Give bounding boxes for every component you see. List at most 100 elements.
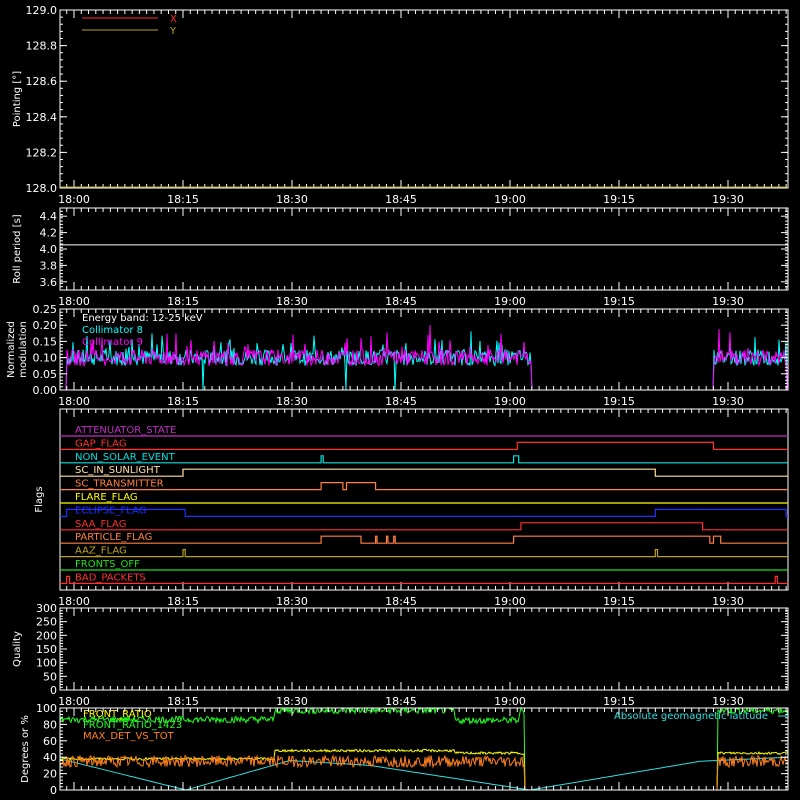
y-tick-label: 0 bbox=[50, 784, 57, 797]
y-tick-label: 3.6 bbox=[40, 276, 58, 289]
time-tick-label: 19:15 bbox=[603, 193, 635, 206]
y-tick-label: 300 bbox=[36, 602, 57, 615]
time-tick-label: 18:00 bbox=[58, 395, 90, 408]
y-axis-label: modulation bbox=[18, 321, 29, 378]
y-tick-label: 129.0 bbox=[26, 4, 58, 17]
flag-label-flare-flag: FLARE_FLAG bbox=[75, 492, 138, 503]
flag-label-gap-flag: GAP_FLAG bbox=[75, 438, 127, 449]
y-tick-label: 128.8 bbox=[26, 40, 58, 53]
y-axis-label: Roll period [s] bbox=[12, 214, 23, 283]
flag-trace-sc-transmitter bbox=[60, 482, 788, 491]
front-ratio-series bbox=[59, 748, 789, 791]
legend-label-x: X bbox=[170, 14, 177, 25]
y-tick-label: 200 bbox=[36, 629, 57, 642]
y-axis-label: Flags bbox=[34, 486, 45, 512]
time-tick-label: 19:00 bbox=[494, 395, 526, 408]
flag-label-non-solar-event: NON_SOLAR_EVENT bbox=[75, 452, 176, 463]
y-axis-label: Quality bbox=[12, 631, 23, 667]
y-axis-label: Normalized bbox=[6, 321, 17, 378]
y-tick-label: 0.00 bbox=[33, 384, 58, 397]
legend-label-front-ratio-1423: FRONT_RATIO_1423 bbox=[83, 720, 182, 731]
y-tick-label: 60 bbox=[43, 735, 57, 748]
flag-label-fronts-off: FRONTS_OFF bbox=[75, 559, 140, 570]
y-tick-label: 128.6 bbox=[26, 75, 58, 88]
time-tick-label: 19:00 bbox=[494, 295, 526, 308]
y-tick-label: 0.20 bbox=[33, 319, 58, 332]
hessi-quicklook-chart: 18:00 18:15 18:30 18:45 19:00 19:15 19:30 128.0… bbox=[6, 4, 789, 797]
y-tick-label: 4.2 bbox=[40, 227, 58, 240]
time-tick-label: 19:15 bbox=[603, 395, 635, 408]
legend-label-front-ratio: FRONT_RATIO bbox=[83, 709, 152, 720]
flag-label-sc-transmitter: SC_TRANSMITTER bbox=[75, 479, 164, 490]
flag-label-sc-in-sunlight: SC_IN_SUNLIGHT bbox=[75, 465, 161, 476]
time-tick-label: 18:45 bbox=[385, 695, 417, 708]
time-tick-label: 19:30 bbox=[712, 395, 744, 408]
y-axis-label: Pointing [°] bbox=[12, 71, 23, 127]
flag-trace-gap-flag bbox=[60, 441, 788, 450]
time-tick-label: 19:15 bbox=[603, 695, 635, 708]
time-tick-label: 19:00 bbox=[494, 193, 526, 206]
y-tick-label: 0.25 bbox=[33, 303, 58, 316]
geomagnetic-latitude-label: Absolute geomagnetic latitude bbox=[614, 711, 768, 722]
y-tick-label: 100 bbox=[36, 657, 57, 670]
y-tick-label: 80 bbox=[43, 718, 57, 731]
energy-band-annotation: Energy band: 12-25 keV bbox=[82, 313, 203, 324]
time-tick-label: 18:30 bbox=[276, 295, 308, 308]
time-tick-label: 18:15 bbox=[167, 395, 199, 408]
time-tick-label: 18:00 bbox=[58, 295, 90, 308]
time-tick-label: 19:15 bbox=[603, 295, 635, 308]
y-tick-label: 4.4 bbox=[40, 210, 58, 223]
time-tick-label: 18:00 bbox=[58, 695, 90, 708]
time-tick-label: 18:15 bbox=[167, 695, 199, 708]
y-tick-label: 50 bbox=[43, 670, 57, 683]
y-tick-label: 250 bbox=[36, 616, 57, 629]
y-tick-label: 0 bbox=[50, 684, 57, 697]
time-tick-label: 18:15 bbox=[167, 295, 199, 308]
y-tick-label: 0.10 bbox=[33, 352, 58, 365]
flag-trace-bad-packets bbox=[60, 575, 788, 584]
modulation-series-collimator-9 bbox=[60, 324, 788, 391]
y-tick-label: 150 bbox=[36, 643, 57, 656]
time-tick-label: 18:45 bbox=[385, 193, 417, 206]
flag-trace-sc-in-sunlight bbox=[60, 468, 788, 477]
time-tick-label: 18:15 bbox=[167, 595, 199, 608]
y-tick-label: 20 bbox=[43, 768, 57, 781]
time-tick-label: 19:00 bbox=[494, 595, 526, 608]
time-tick-label: 18:15 bbox=[167, 193, 199, 206]
y-tick-label: 40 bbox=[43, 751, 57, 764]
time-tick-label: 18:30 bbox=[276, 595, 308, 608]
time-tick-label: 18:45 bbox=[385, 395, 417, 408]
y-tick-label: 3.8 bbox=[40, 259, 58, 272]
y-tick-label: 0.15 bbox=[33, 335, 58, 348]
y-tick-label: 128.0 bbox=[26, 182, 58, 195]
flag-trace-particle-flag bbox=[60, 535, 788, 544]
flag-label-attenuator-state: ATTENUATOR_STATE bbox=[75, 425, 176, 436]
time-tick-label: 18:45 bbox=[385, 295, 417, 308]
time-tick-label: 19:30 bbox=[712, 193, 744, 206]
max-det-vs-tot-series bbox=[59, 754, 789, 791]
time-tick-label: 19:30 bbox=[712, 295, 744, 308]
y-axis-label: Degrees or % bbox=[20, 715, 31, 783]
flag-label-saa-flag: SAA_FLAG bbox=[75, 519, 126, 530]
time-tick-label: 19:30 bbox=[712, 695, 744, 708]
legend-label-max-det-vs-tot: MAX_DET_VS_TOT bbox=[83, 731, 175, 742]
time-tick-label: 19:00 bbox=[494, 695, 526, 708]
flag-label-eclipse-flag: ECLIPSE_FLAG bbox=[75, 505, 146, 516]
legend-label-collimator-8: Collimator 8 bbox=[82, 325, 143, 336]
y-tick-label: 128.2 bbox=[26, 146, 58, 159]
panel-frame-quality bbox=[59, 607, 789, 691]
flag-trace-saa-flag bbox=[60, 522, 788, 531]
y-tick-label: 4.0 bbox=[40, 243, 58, 256]
y-tick-label: 128.4 bbox=[26, 111, 58, 124]
time-tick-label: 19:30 bbox=[712, 595, 744, 608]
time-tick-label: 18:00 bbox=[58, 193, 90, 206]
y-tick-label: 100 bbox=[36, 702, 57, 715]
legend-label-collimator-9: Collimator 9 bbox=[82, 337, 143, 348]
flag-label-particle-flag: PARTICLE_FLAG bbox=[75, 532, 152, 543]
flag-trace-aaz-flag bbox=[60, 549, 788, 558]
time-tick-label: 18:30 bbox=[276, 193, 308, 206]
time-tick-label: 19:15 bbox=[603, 595, 635, 608]
flag-label-bad-packets: BAD_PACKETS bbox=[75, 572, 146, 583]
panel-frame-roll bbox=[59, 207, 789, 291]
time-tick-label: 18:45 bbox=[385, 595, 417, 608]
